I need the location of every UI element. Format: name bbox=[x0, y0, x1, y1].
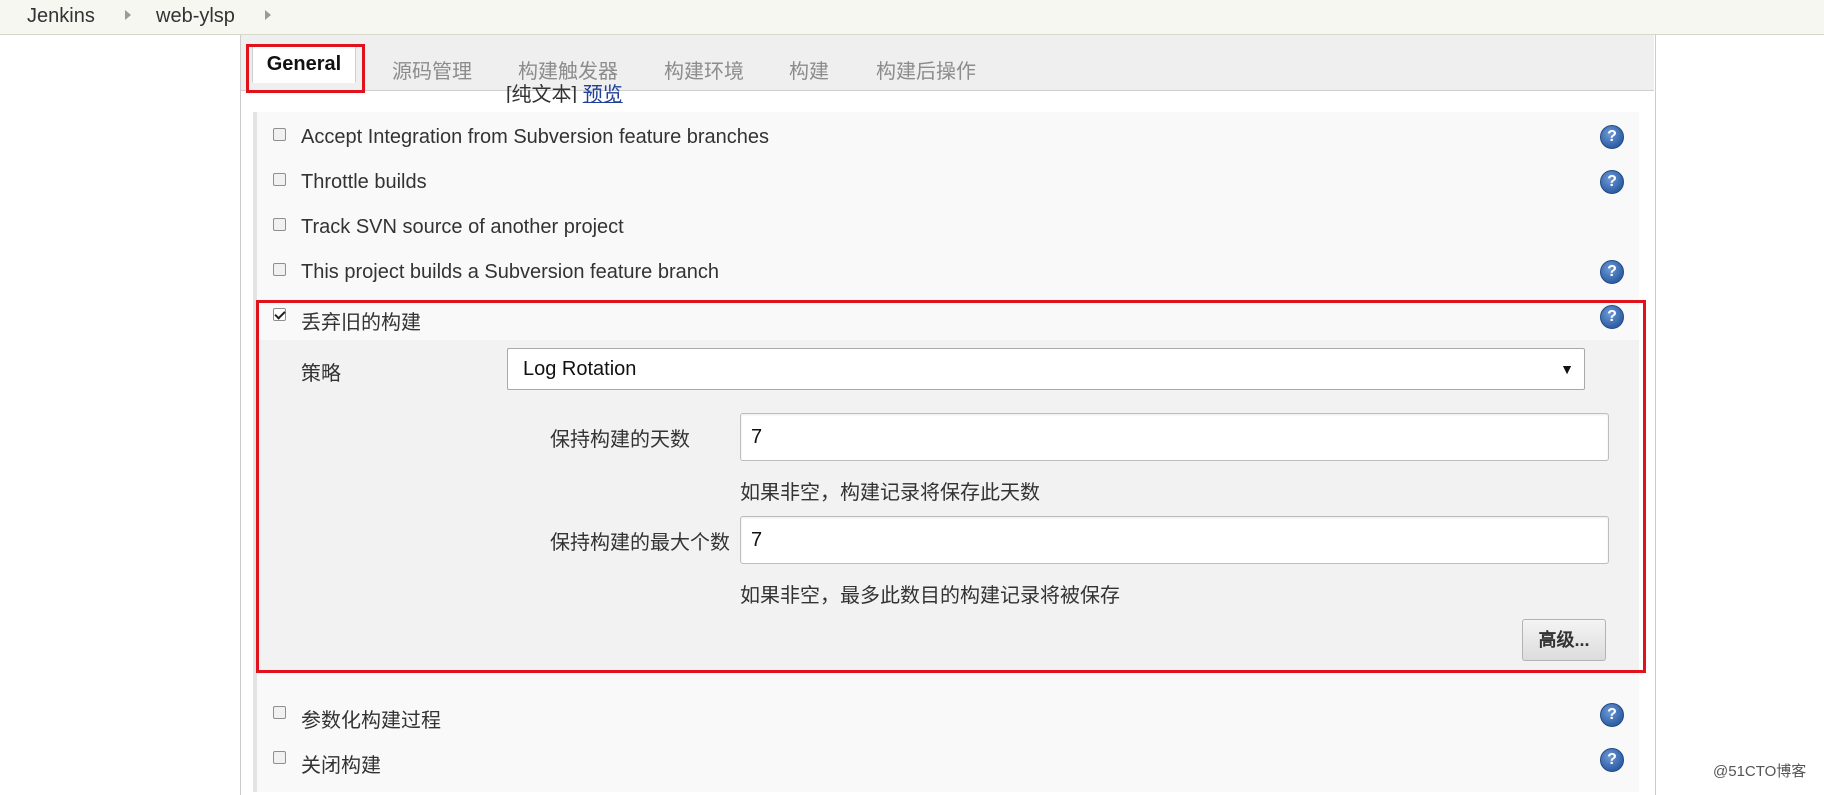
description-links: [纯文本] 预览 bbox=[506, 81, 623, 103]
strategy-selected-value: Log Rotation bbox=[523, 358, 637, 380]
strategy-select[interactable]: Log Rotation ▼ bbox=[507, 348, 1585, 390]
days-to-keep-label: 保持构建的天数 bbox=[550, 429, 690, 451]
max-builds-input[interactable]: 7 bbox=[740, 516, 1609, 564]
option-checkbox-track-svn[interactable] bbox=[273, 218, 286, 231]
option-checkbox-feature-branch[interactable] bbox=[273, 263, 286, 276]
tab-build-triggers[interactable]: 构建触发器 bbox=[518, 55, 618, 84]
option-checkbox-parameterized[interactable] bbox=[273, 706, 286, 719]
option-checkbox-accept-integration[interactable] bbox=[273, 128, 286, 141]
days-to-keep-input[interactable]: 7 bbox=[740, 413, 1609, 461]
help-icon[interactable]: ? bbox=[1600, 260, 1624, 284]
help-icon[interactable]: ? bbox=[1600, 305, 1624, 329]
option-checkbox-discard-old-builds[interactable] bbox=[273, 308, 286, 321]
breadcrumb-item-project[interactable]: web-ylsp bbox=[156, 5, 235, 28]
max-builds-hint: 如果非空，最多此数目的构建记录将被保存 bbox=[740, 585, 1120, 607]
breadcrumb: Jenkins web-ylsp bbox=[0, 0, 1824, 35]
tab-build-environment[interactable]: 构建环境 bbox=[664, 55, 744, 84]
chevron-right-icon[interactable] bbox=[265, 10, 271, 20]
days-to-keep-hint: 如果非空，构建记录将保存此天数 bbox=[740, 482, 1040, 504]
tab-general[interactable]: General bbox=[252, 45, 356, 83]
option-label: Accept Integration from Subversion featu… bbox=[301, 126, 770, 148]
max-builds-label: 保持构建的最大个数 bbox=[550, 532, 730, 554]
tab-build[interactable]: 构建 bbox=[789, 55, 829, 84]
option-label: 关闭构建 bbox=[301, 755, 381, 777]
option-checkbox-throttle-builds[interactable] bbox=[273, 173, 286, 186]
option-checkbox-disable-build[interactable] bbox=[273, 751, 286, 764]
help-icon[interactable]: ? bbox=[1600, 703, 1624, 727]
watermark: @51CTO博客 bbox=[1713, 763, 1807, 780]
chevron-right-icon[interactable] bbox=[125, 10, 131, 20]
help-icon[interactable]: ? bbox=[1600, 125, 1624, 149]
advanced-button[interactable]: 高级... bbox=[1522, 619, 1606, 661]
breadcrumb-item-jenkins[interactable]: Jenkins bbox=[27, 5, 95, 28]
tab-source-code-management[interactable]: 源码管理 bbox=[392, 55, 472, 84]
help-icon[interactable]: ? bbox=[1600, 748, 1624, 772]
plain-text-link[interactable]: [纯文本] bbox=[506, 84, 577, 103]
strategy-label: 策略 bbox=[301, 363, 341, 385]
help-icon[interactable]: ? bbox=[1600, 170, 1624, 194]
option-label: Throttle builds bbox=[301, 171, 427, 193]
option-label: 参数化构建过程 bbox=[301, 710, 441, 732]
dropdown-arrow-icon: ▼ bbox=[1560, 361, 1574, 377]
option-label: This project builds a Subversion feature… bbox=[301, 261, 720, 283]
tab-post-build-actions[interactable]: 构建后操作 bbox=[876, 55, 976, 84]
option-label: Track SVN source of another project bbox=[301, 216, 624, 238]
option-label: 丢弃旧的构建 bbox=[301, 312, 421, 334]
preview-link[interactable]: 预览 bbox=[583, 84, 623, 103]
tab-bar: General 源码管理 构建触发器 构建环境 构建 构建后操作 bbox=[241, 35, 1654, 91]
